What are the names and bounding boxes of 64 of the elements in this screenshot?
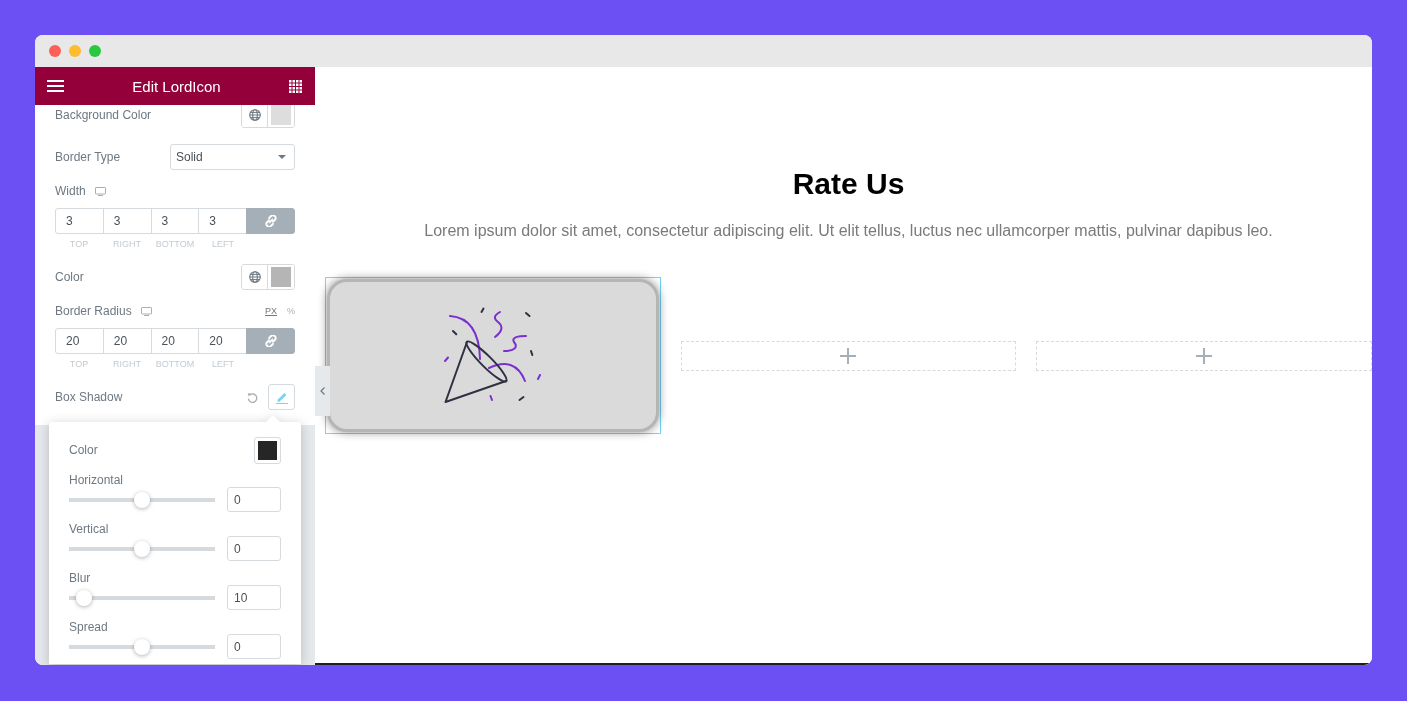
empty-column-dropzone[interactable] [680,340,1017,371]
unit-option[interactable]: PX [264,305,277,317]
link-icon [264,335,277,347]
select-field[interactable]: Solid [170,144,295,170]
apps-grid-icon[interactable] [289,79,302,93]
dimension-input[interactable]: 20 [150,328,200,354]
empty-column-dropzone[interactable] [1036,340,1372,371]
number-input[interactable]: 0 [227,536,281,561]
dimension-input[interactable]: 20 [102,328,152,354]
number-input[interactable]: 10 [227,585,281,610]
link-values-button[interactable] [246,328,295,354]
control-label: Vertical [69,522,110,536]
dimension-input[interactable]: 3 [55,208,104,234]
link-values-button[interactable] [246,208,295,234]
close-window-icon[interactable] [49,45,61,57]
add-icon[interactable] [1196,347,1213,364]
slider-thumb[interactable] [134,540,150,557]
global-colors-button[interactable] [242,265,268,289]
control-label: Box Shadow [55,390,123,404]
pencil-icon [275,390,288,404]
dimension-label: LEFT [211,358,235,370]
dimension-label: BOTTOM [154,238,196,250]
page-heading: Rate Us [791,166,906,202]
control-label: Color [55,270,84,284]
global-colors-button[interactable] [242,103,268,127]
dimension-input[interactable]: 20 [198,328,247,354]
link-icon [264,215,277,227]
add-icon[interactable] [840,347,857,364]
control-label: Border Radius [55,304,132,318]
slider-thumb[interactable] [134,638,150,655]
slider-thumb[interactable] [134,491,150,508]
dimension-label: TOP [68,238,90,250]
party-popper-icon [443,307,543,404]
menu-icon[interactable] [47,80,64,92]
globe-icon [248,109,261,121]
control-label: Blur [69,571,92,585]
dimension-input[interactable]: 20 [55,328,104,354]
dimension-input[interactable]: 3 [198,208,247,234]
edit-button[interactable] [268,384,295,410]
number-input[interactable]: 0 [227,634,281,659]
caret-icon [278,155,286,159]
control-label: Spread [69,620,109,634]
maximize-window-icon[interactable] [89,45,101,57]
reset-icon[interactable] [247,391,258,403]
dimension-label: TOP [68,358,90,370]
control-label: Color [69,443,98,457]
dimension-input[interactable]: 3 [102,208,152,234]
globe-icon [248,271,261,283]
control-label: Border Type [55,150,121,164]
minimize-window-icon[interactable] [69,45,81,57]
panel-collapse-button[interactable] [315,366,330,416]
slider-thumb[interactable] [75,589,92,606]
number-input[interactable]: 0 [227,487,281,512]
control-label: Width [55,184,86,198]
dimension-label: RIGHT [112,238,142,250]
page-paragraph: Lorem ipsum dolor sit amet, consectetur adipiscing elit. Ut elit tellus, luctus nec ullamcorper mattis, pulvinar dapibus leo. [423,221,1274,241]
chevron-left-icon [320,387,325,395]
dimension-label: RIGHT [112,358,142,370]
dimension-label: LEFT [211,238,235,250]
control-label: Horizontal [69,473,125,487]
dimension-input[interactable]: 3 [150,208,200,234]
dimension-label: BOTTOM [154,358,196,370]
control-label: Background Color [55,108,152,122]
panel-title: Edit LordIcon [132,77,221,95]
